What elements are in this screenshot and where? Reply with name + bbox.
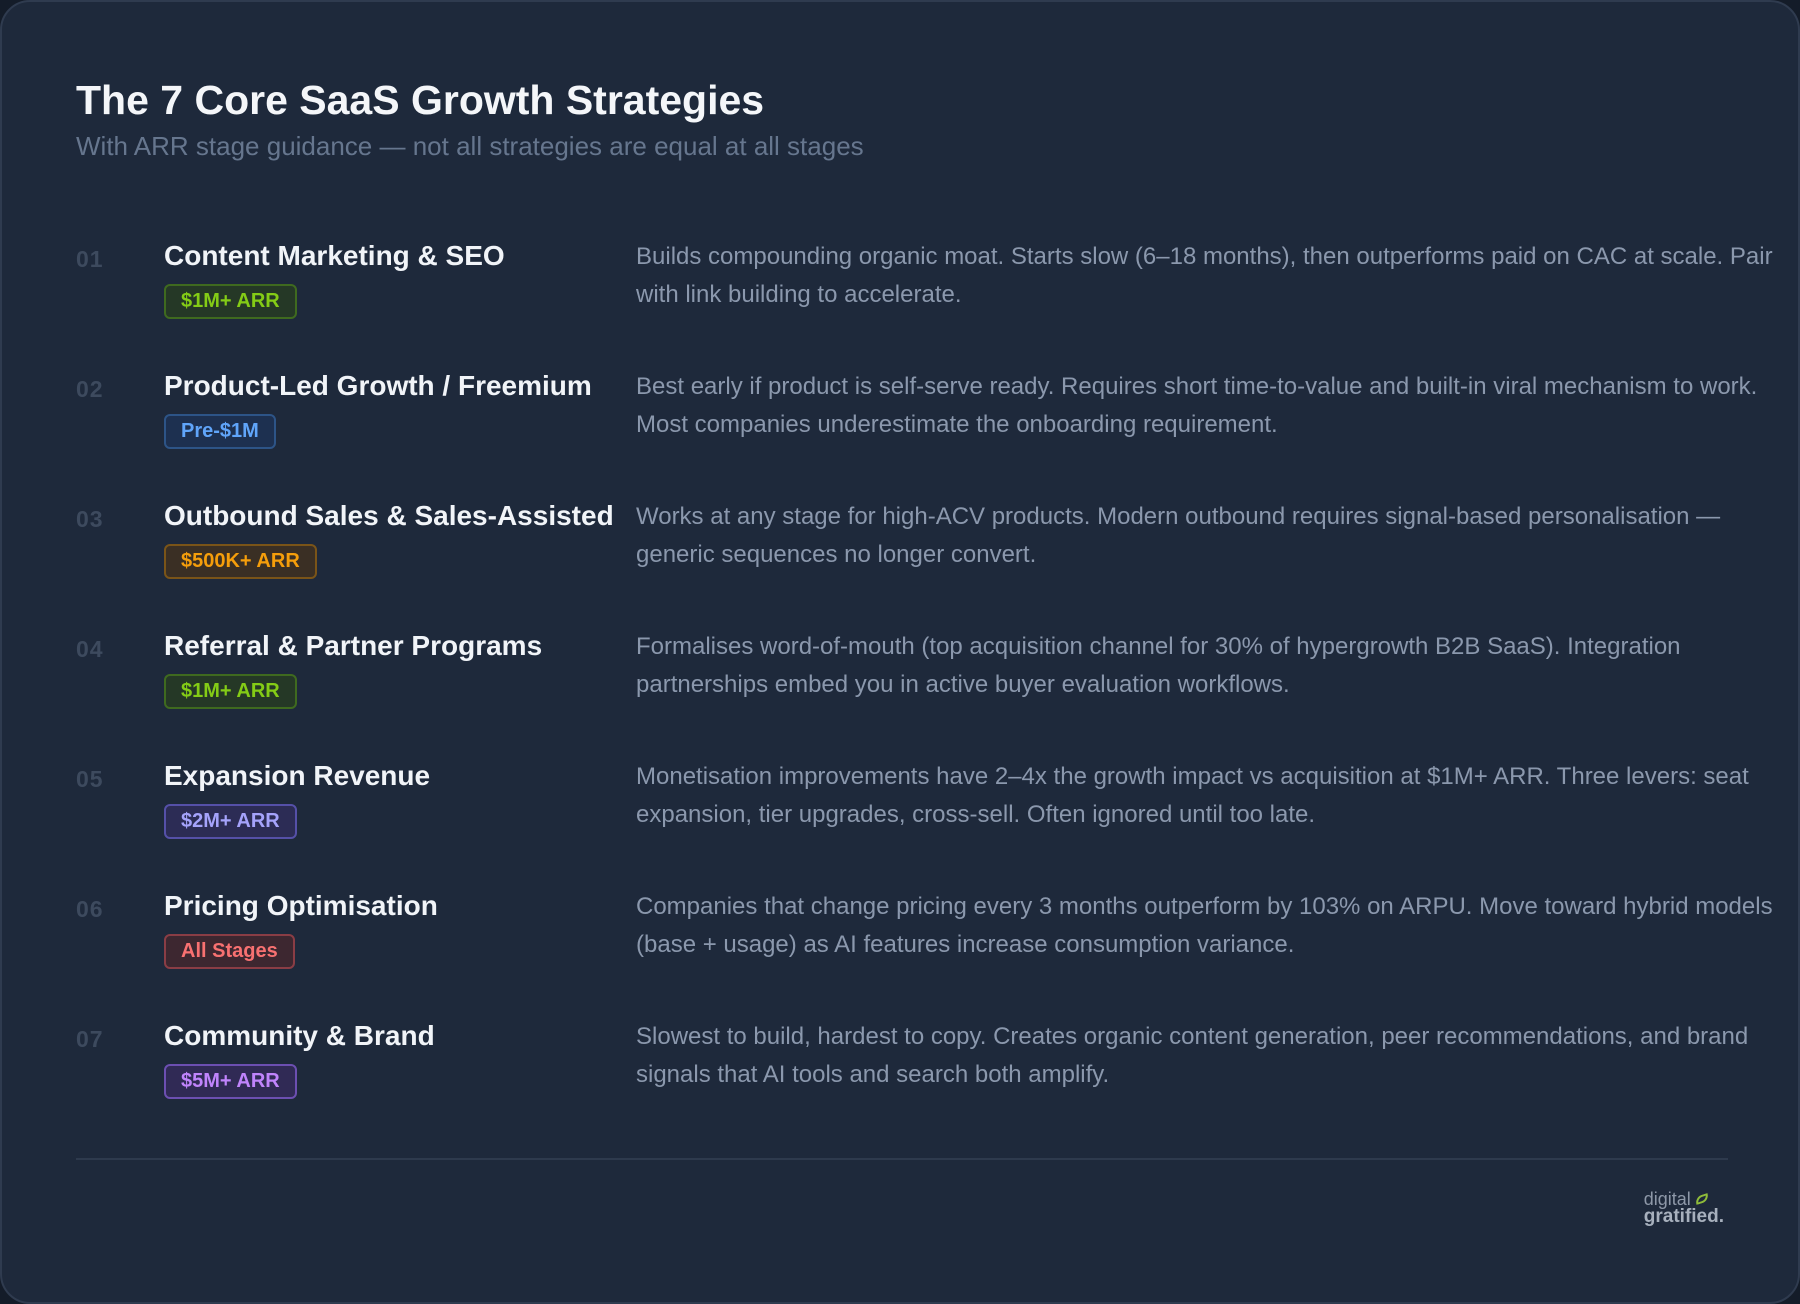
- stage-badge: Pre-$1M: [164, 414, 276, 449]
- brand-logo: digital gratified.: [1644, 1190, 1724, 1226]
- strategy-heading: Content Marketing & SEO $1M+ ARR: [164, 236, 654, 319]
- strategies-card: The 7 Core SaaS Growth Strategies With A…: [0, 0, 1800, 1304]
- stage-badge: $1M+ ARR: [164, 284, 297, 319]
- strategy-row: 03 Outbound Sales & Sales-Assisted $500K…: [76, 496, 1728, 626]
- strategy-name: Community & Brand: [164, 1020, 435, 1051]
- strategy-heading: Product-Led Growth / Freemium Pre-$1M: [164, 366, 654, 449]
- strategy-heading: Pricing Optimisation All Stages: [164, 886, 654, 969]
- strategy-number: 06: [76, 896, 104, 922]
- page-title: The 7 Core SaaS Growth Strategies: [76, 77, 765, 123]
- strategy-heading: Expansion Revenue $2M+ ARR: [164, 756, 654, 839]
- strategy-row: 06 Pricing Optimisation All Stages Compa…: [76, 886, 1773, 1016]
- page-subtitle: With ARR stage guidance — not all strate…: [76, 131, 864, 161]
- strategy-description: Works at any stage for high-ACV products…: [636, 503, 1721, 568]
- strategy-list: 01 Content Marketing & SEO $1M+ ARR Buil…: [76, 236, 1773, 1146]
- strategy-number: 05: [76, 766, 104, 792]
- strategy-description: Builds compounding organic moat. Starts …: [636, 243, 1773, 308]
- strategy-heading: Community & Brand $5M+ ARR: [164, 1016, 654, 1099]
- strategy-description: Monetisation improvements have 2–4x the …: [636, 763, 1749, 828]
- strategy-row: 04 Referral & Partner Programs $1M+ ARR …: [76, 626, 1728, 756]
- strategy-name: Product-Led Growth / Freemium: [164, 370, 592, 401]
- stage-badge: $1M+ ARR: [164, 674, 297, 709]
- strategy-name: Content Marketing & SEO: [164, 240, 505, 271]
- logo-word-gratified: gratified.: [1643, 1206, 1724, 1227]
- strategy-number: 01: [76, 246, 104, 272]
- strategy-name: Pricing Optimisation: [164, 890, 438, 921]
- leaf-icon: [1693, 1193, 1710, 1205]
- strategy-heading: Referral & Partner Programs $1M+ ARR: [164, 626, 654, 709]
- footer-divider: [76, 1158, 1728, 1160]
- strategy-description: Best early if product is self-serve read…: [636, 373, 1758, 438]
- stage-badge: $5M+ ARR: [164, 1064, 297, 1099]
- stage-badge: $500K+ ARR: [164, 544, 317, 579]
- strategy-row: 01 Content Marketing & SEO $1M+ ARR Buil…: [76, 236, 1773, 366]
- header: The 7 Core SaaS Growth Strategies With A…: [76, 74, 1676, 164]
- stage-badge: $2M+ ARR: [164, 804, 297, 839]
- strategy-name: Outbound Sales & Sales-Assisted: [164, 500, 614, 531]
- strategy-row: 05 Expansion Revenue $2M+ ARR Monetisati…: [76, 756, 1749, 886]
- strategy-number: 04: [76, 636, 104, 662]
- strategy-number: 03: [76, 506, 104, 532]
- stage-badge: All Stages: [164, 934, 295, 969]
- strategy-name: Referral & Partner Programs: [164, 630, 543, 661]
- strategy-number: 07: [76, 1026, 104, 1052]
- strategy-number: 02: [76, 376, 104, 402]
- strategy-heading: Outbound Sales & Sales-Assisted $500K+ A…: [164, 496, 654, 579]
- strategy-name: Expansion Revenue: [164, 760, 431, 791]
- strategy-description: Companies that change pricing every 3 mo…: [636, 893, 1773, 958]
- strategy-description: Slowest to build, hardest to copy. Creat…: [636, 1023, 1749, 1088]
- strategy-row: 02 Product-Led Growth / Freemium Pre-$1M…: [76, 366, 1757, 496]
- strategy-description: Formalises word-of-mouth (top acquisitio…: [636, 633, 1681, 698]
- strategy-row: 07 Community & Brand $5M+ ARR Slowest to…: [76, 1016, 1748, 1146]
